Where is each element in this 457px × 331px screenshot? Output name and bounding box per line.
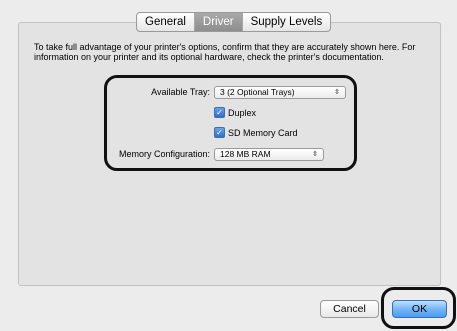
updown-chevron-icon: ⇳ [312,151,318,158]
printer-options-dialog: General Driver Supply Levels To take ful… [0,0,457,331]
memory-configuration-value: 128 MB RAM [220,149,271,159]
cancel-button[interactable]: Cancel [320,300,379,318]
tab-supply-levels[interactable]: Supply Levels [243,13,331,31]
available-tray-value: 3 (2 Optional Trays) [220,87,295,97]
duplex-label: Duplex [228,107,257,118]
ok-button[interactable]: OK [392,300,447,318]
tab-general[interactable]: General [137,13,195,31]
available-tray-popup[interactable]: 3 (2 Optional Trays) ⇳ [214,86,346,99]
sd-memory-card-option[interactable]: ✓ SD Memory Card [214,127,298,138]
sd-memory-card-checkbox[interactable]: ✓ [214,127,225,138]
duplex-option[interactable]: ✓ Duplex [214,107,256,118]
available-tray-label: Available Tray: [151,87,210,97]
instructions-text: To take full advantage of your printer's… [34,42,416,62]
sd-memory-card-label: SD Memory Card [228,127,298,138]
memory-configuration-label: Memory Configuration: [118,149,210,159]
duplex-checkbox[interactable]: ✓ [214,107,225,118]
memory-configuration-popup[interactable]: 128 MB RAM ⇳ [214,148,324,161]
tab-driver[interactable]: Driver [194,13,243,31]
updown-chevron-icon: ⇳ [334,89,340,96]
tab-bar: General Driver Supply Levels [136,12,332,32]
